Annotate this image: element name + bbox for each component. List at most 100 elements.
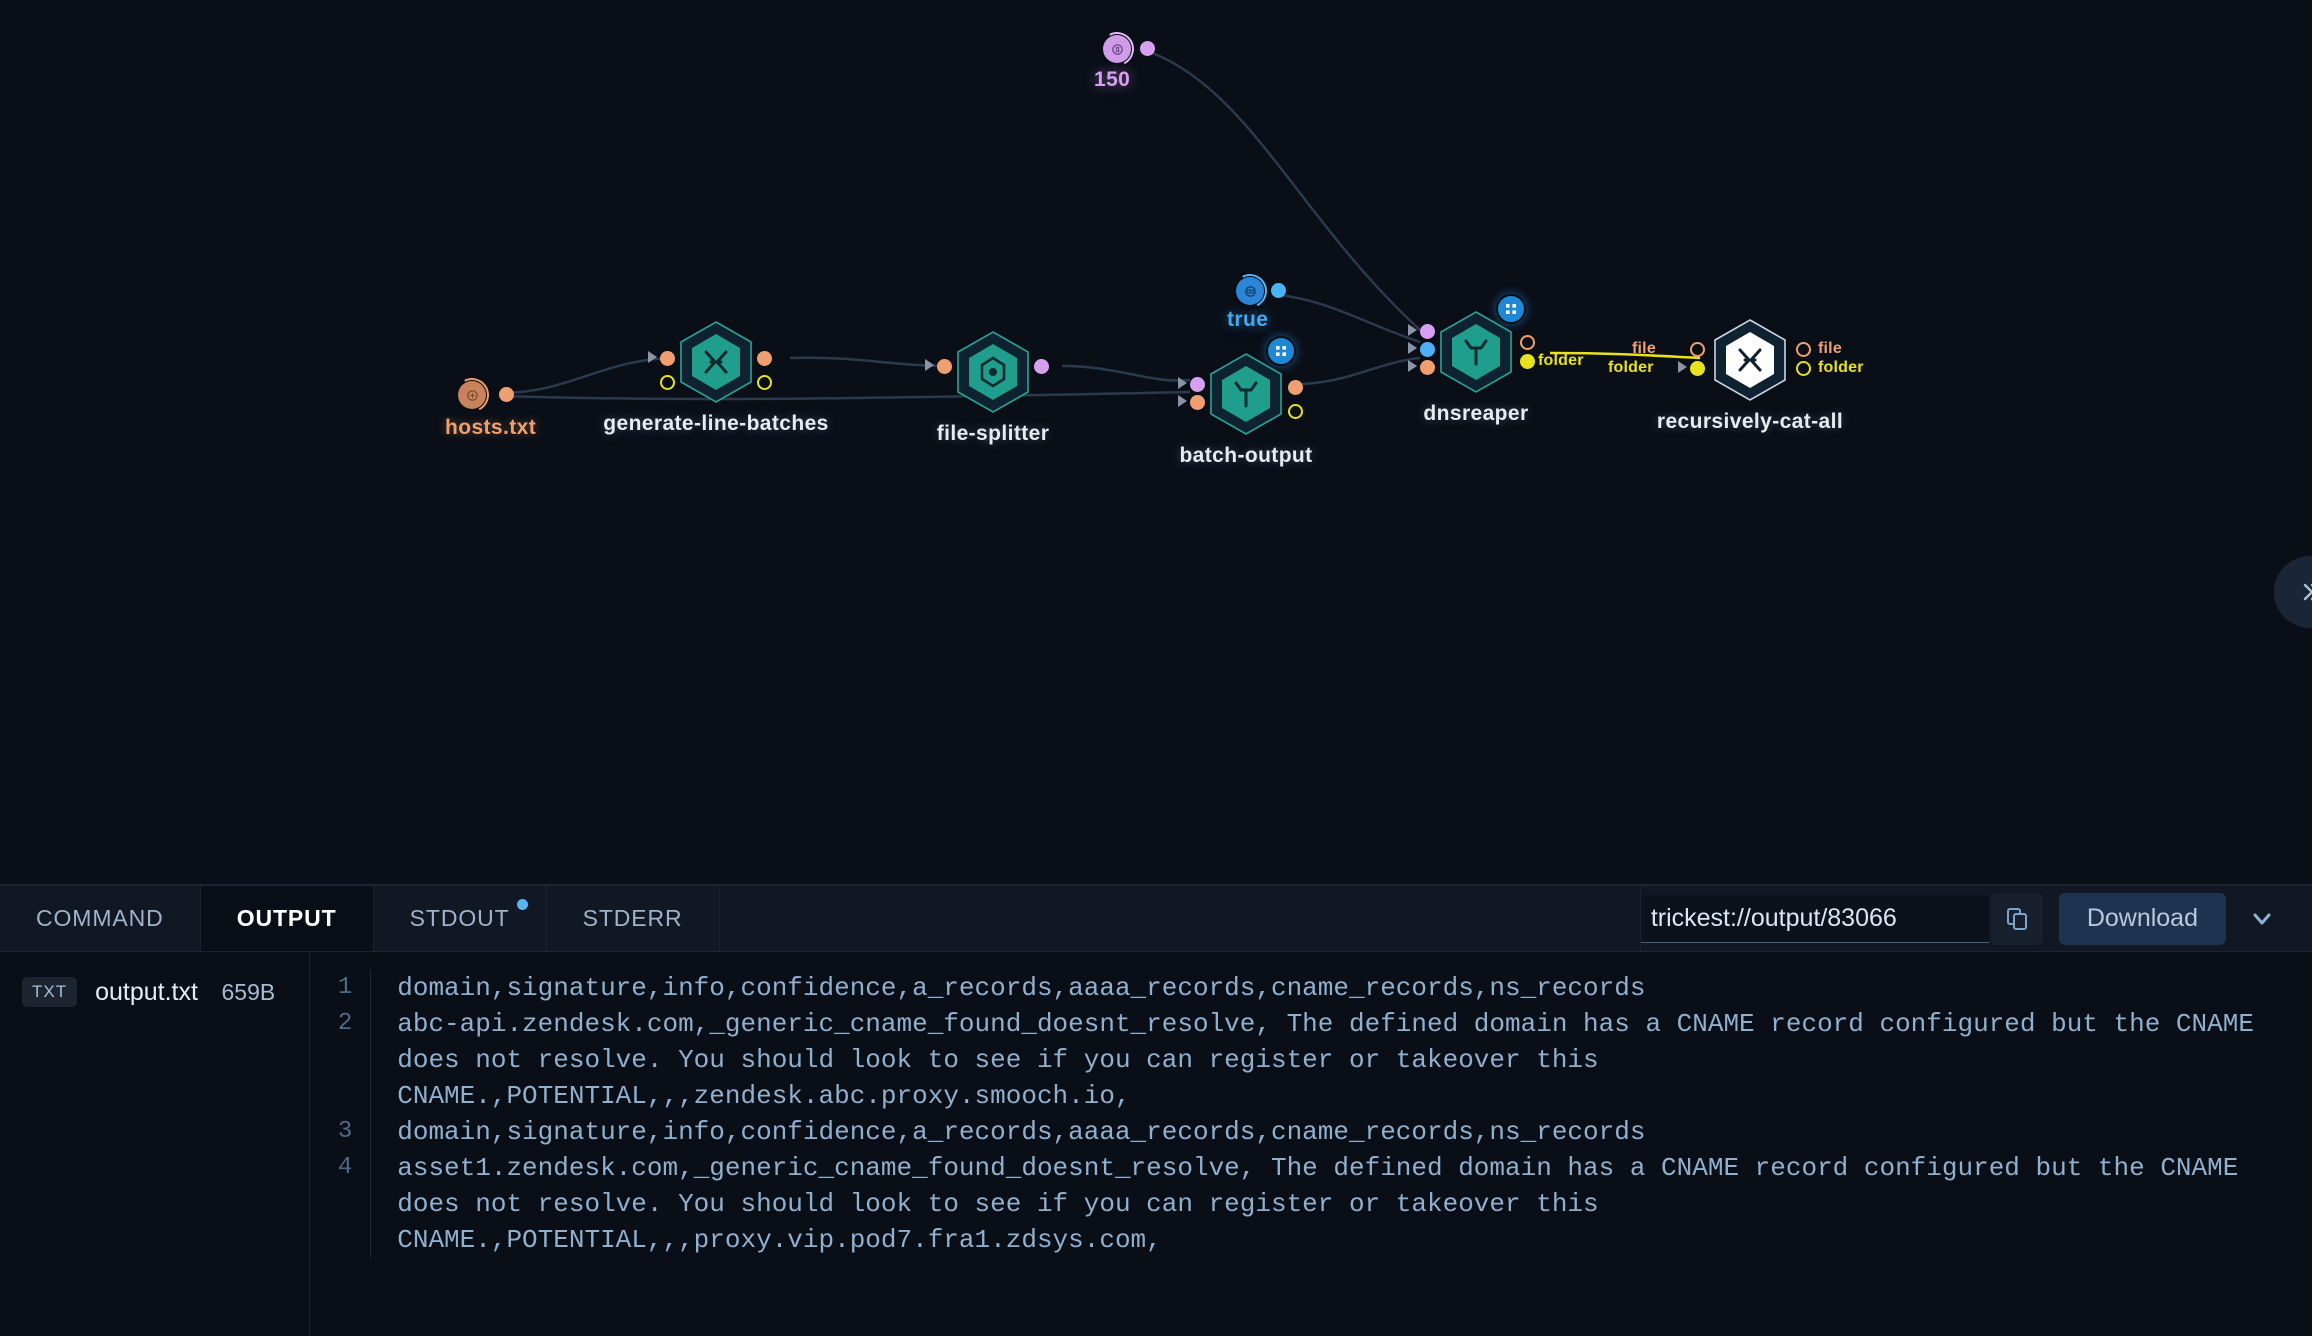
- node-batch-output[interactable]: batch-output: [1178, 336, 1312, 467]
- tab-stdout-status-dot: [516, 899, 528, 910]
- file-list-item[interactable]: TXT output.txt 659B: [0, 966, 309, 1018]
- port-in-folder[interactable]: [660, 375, 675, 390]
- app-root: hosts.txt generate-line-batches file-spl…: [0, 0, 2312, 1336]
- hexagon-node-shape: [680, 321, 752, 403]
- arrow-in-icon: [1678, 361, 1687, 373]
- node-label-dnsreaper: dnsreaper: [1423, 402, 1529, 425]
- copy-icon: [2006, 907, 2027, 930]
- line-number: 4: [337, 1154, 353, 1181]
- node-hosts-file[interactable]: hosts.txt: [445, 373, 536, 439]
- line-number: 1: [337, 974, 353, 1001]
- arrow-in-icon: [1408, 360, 1417, 372]
- port-out-batch-size[interactable]: [1140, 41, 1155, 56]
- node-boolean-true[interactable]: true: [1227, 269, 1286, 331]
- panel-collapse-button[interactable]: [2234, 893, 2290, 945]
- arrow-in-icon: [1408, 342, 1417, 354]
- node-file-splitter[interactable]: file-splitter: [925, 330, 1049, 445]
- copy-url-button[interactable]: [1990, 892, 2043, 945]
- port-in-file[interactable]: [1690, 342, 1705, 357]
- tabbar-spacer: [719, 886, 1641, 951]
- node-label-hosts-file: hosts.txt: [445, 416, 537, 439]
- arrow-in-icon: [925, 359, 934, 371]
- node-label-batch-output: batch-output: [1179, 444, 1313, 467]
- line-number: 3: [337, 1118, 353, 1145]
- hexagon-node-shape: [1210, 353, 1282, 435]
- port-in-file[interactable]: [937, 359, 952, 374]
- node-batch-size[interactable]: 150: [1094, 27, 1155, 91]
- number-input-icon: [1095, 27, 1139, 71]
- port-out-file[interactable]: [1288, 380, 1303, 395]
- tab-command[interactable]: COMMAND: [0, 886, 201, 951]
- arrow-in-icon: [1178, 377, 1187, 389]
- port-out-folder[interactable]: [1520, 354, 1535, 369]
- node-label-batch-size: 150: [1094, 68, 1131, 91]
- tab-stderr[interactable]: STDERR: [546, 886, 720, 951]
- port-in-folder[interactable]: [1690, 361, 1705, 376]
- port-out-folder[interactable]: [1288, 404, 1303, 419]
- code-line: 4 asset1.zendesk.com,_generic_cname_foun…: [310, 1150, 2312, 1258]
- download-button[interactable]: Download: [2058, 892, 2226, 945]
- chevron-double-right-icon: [2303, 583, 2312, 601]
- port-in-file[interactable]: [660, 351, 675, 366]
- workflow-canvas[interactable]: hosts.txt generate-line-batches file-spl…: [0, 0, 2312, 884]
- file-input-icon: [450, 373, 494, 417]
- port-label-cat-out-file: file: [1818, 340, 1842, 357]
- code-line: 2 abc-api.zendesk.com,_generic_cname_fou…: [310, 1006, 2312, 1114]
- port-in-file[interactable]: [1190, 395, 1205, 410]
- tab-command-label: COMMAND: [36, 905, 164, 931]
- tab-output-label: OUTPUT: [236, 905, 337, 931]
- hexagon-node-shape: [957, 331, 1029, 413]
- code-line: 3 domain,signature,info,confidence,a_rec…: [310, 1114, 2312, 1150]
- port-in-lines[interactable]: [1190, 377, 1205, 392]
- output-file-viewer[interactable]: 1 domain,signature,info,confidence,a_rec…: [310, 952, 2312, 1336]
- port-in-boolean[interactable]: [1420, 342, 1435, 357]
- boolean-input-icon: [1228, 269, 1272, 313]
- port-out-file[interactable]: [757, 351, 772, 366]
- port-in-file[interactable]: [1420, 360, 1435, 375]
- output-url-input[interactable]: [1640, 894, 1989, 943]
- panel-body: TXT output.txt 659B 1 domain,signature,i…: [0, 952, 2312, 1336]
- grid-glyph-icon: [1506, 304, 1516, 314]
- chevron-down-icon: [2253, 913, 2271, 924]
- line-number: 2: [337, 1010, 353, 1037]
- port-out-hosts-file[interactable]: [499, 387, 514, 402]
- line-content: domain,signature,info,confidence,a_recor…: [397, 1117, 1646, 1147]
- port-out-lines[interactable]: [1034, 359, 1049, 374]
- code-line: 1 domain,signature,info,confidence,a_rec…: [310, 970, 2312, 1006]
- output-url-group: Download: [1640, 886, 2312, 951]
- tab-stdout-label: STDOUT: [409, 905, 510, 931]
- port-label-cat-out-folder: folder: [1818, 359, 1864, 376]
- node-label-recursively-cat-all: recursively-cat-all: [1656, 410, 1844, 433]
- port-label-cat-in-folder: folder: [1608, 359, 1654, 376]
- port-out-file[interactable]: [1796, 342, 1811, 357]
- tab-output[interactable]: OUTPUT: [200, 886, 374, 951]
- port-out-folder[interactable]: [757, 375, 772, 390]
- node-status-badge[interactable]: [1266, 336, 1296, 366]
- port-out-folder[interactable]: [1796, 361, 1811, 376]
- arrow-in-icon: [1408, 324, 1417, 336]
- node-status-badge[interactable]: [1496, 294, 1526, 324]
- workflow-edges: [499, 50, 1701, 401]
- port-label-cat-in-file: file: [1632, 340, 1656, 357]
- file-name: output.txt: [95, 977, 198, 1006]
- file-size: 659B: [221, 978, 276, 1005]
- port-label-dnsreaper-folder: folder: [1538, 352, 1584, 369]
- output-panel: COMMAND OUTPUT STDOUT STDERR trickest://…: [0, 884, 2312, 1336]
- port-out-file[interactable]: [1520, 335, 1535, 350]
- output-file-list: TXT output.txt 659B: [0, 952, 311, 1336]
- tab-stderr-label: STDERR: [582, 905, 683, 931]
- line-content: domain,signature,info,confidence,a_recor…: [397, 973, 1646, 1003]
- node-label-file-splitter: file-splitter: [936, 422, 1050, 445]
- node-dnsreaper[interactable]: folder dnsreaper: [1408, 294, 1583, 425]
- arrow-in-icon: [1178, 395, 1187, 407]
- line-content: asset1.zendesk.com,_generic_cname_found_…: [397, 1153, 2254, 1255]
- grid-glyph-icon: [1276, 346, 1286, 356]
- port-in-lines[interactable]: [1420, 324, 1435, 339]
- panel-tabbar: COMMAND OUTPUT STDOUT STDERR trickest://…: [0, 886, 2312, 952]
- port-out-boolean[interactable]: [1271, 283, 1286, 298]
- node-recursively-cat-all[interactable]: file folder file folder recursively-cat-…: [1608, 318, 1863, 433]
- hexagon-node-shape: [1714, 319, 1786, 401]
- node-generate-line-batches[interactable]: generate-line-batches: [603, 320, 828, 435]
- tab-stdout[interactable]: STDOUT: [373, 886, 547, 951]
- file-type-badge: TXT: [22, 977, 78, 1007]
